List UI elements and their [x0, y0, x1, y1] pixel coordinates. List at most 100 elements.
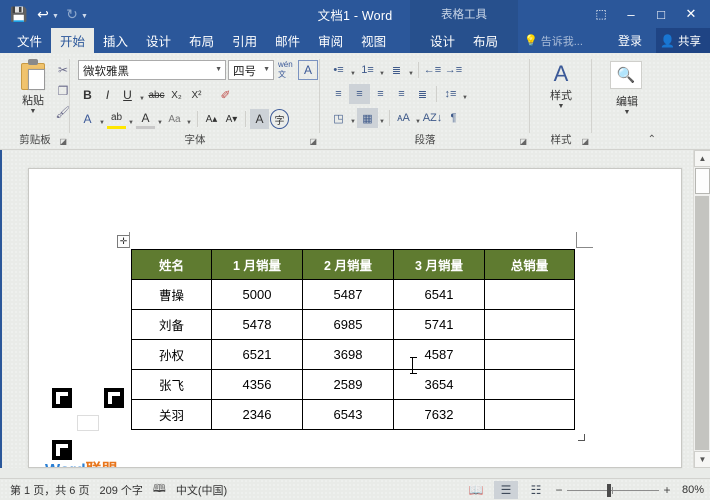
highlight-icon[interactable]: ab [107, 109, 126, 129]
tab-insert[interactable]: 插入 [94, 28, 137, 53]
show-marks-icon[interactable]: ¶ [443, 108, 464, 128]
proofing-icon[interactable]: 🕮 [153, 480, 166, 499]
character-shading-icon[interactable]: A [250, 109, 269, 129]
strikethrough-button[interactable]: abc [147, 85, 166, 105]
editing-dropdown-icon[interactable]: ▼ [592, 109, 662, 116]
paragraph-dialog-launcher[interactable]: ◪ [519, 137, 527, 146]
italic-button[interactable]: I [98, 85, 117, 105]
line-spacing-dropdown-icon[interactable]: ▼ [461, 84, 469, 104]
text-effects-dropdown-icon[interactable]: ▼ [98, 109, 106, 129]
decrease-indent-icon[interactable]: ←≡ [422, 60, 443, 80]
cell-total[interactable] [484, 309, 575, 340]
collapse-ribbon-icon[interactable]: ⌃ [648, 134, 656, 145]
highlight-dropdown-icon[interactable]: ▼ [127, 109, 135, 129]
cut-icon[interactable]: ✂ [56, 59, 70, 80]
enclose-character-icon[interactable]: 字 [270, 109, 289, 129]
scroll-down-icon[interactable]: ▼ [694, 451, 710, 468]
tab-home[interactable]: 开始 [51, 28, 95, 53]
tab-design[interactable]: 设计 [137, 28, 180, 53]
underline-dropdown-icon[interactable]: ▼ [138, 85, 146, 105]
zoom-knob[interactable] [607, 483, 611, 497]
styles-dropdown-icon[interactable]: ▼ [530, 103, 592, 110]
zoom-slider[interactable]: − + [554, 483, 672, 497]
ribbon-display-options-icon[interactable]: ⬚ [586, 1, 616, 27]
align-center-icon[interactable]: ≡ [349, 84, 370, 104]
table-resize-handle[interactable] [578, 434, 585, 441]
subscript-button[interactable]: X₂ [167, 85, 186, 105]
cell-mar[interactable]: 3654 [393, 369, 485, 400]
font-color-icon[interactable]: A [136, 109, 155, 129]
minimize-icon[interactable]: – [616, 1, 646, 27]
justify-icon[interactable]: ≡ [391, 84, 412, 104]
shrink-font-icon[interactable]: A▾ [222, 109, 241, 129]
cell-mar[interactable]: 4587 [393, 339, 485, 370]
borders-dropdown-icon[interactable]: ▼ [378, 108, 386, 128]
editing-button[interactable]: 编辑 ▼ [592, 93, 662, 116]
cell-total[interactable] [484, 369, 575, 400]
print-layout-icon[interactable]: ☰ [494, 480, 518, 499]
font-name-dropdown-icon[interactable]: ▼ [215, 66, 222, 73]
superscript-button[interactable]: X² [187, 85, 206, 105]
distribute-icon[interactable]: ≣ [412, 84, 433, 104]
change-case-icon[interactable]: Aa [165, 109, 184, 129]
change-case-dropdown-icon[interactable]: ▼ [185, 109, 193, 129]
numbering-icon[interactable]: 1≡ [357, 60, 378, 80]
font-size-dropdown-icon[interactable]: ▼ [263, 66, 270, 73]
sales-table[interactable]: 姓名 1 月销量 2 月销量 3 月销量 总销量 曹操 5000 5487 65 [131, 249, 575, 430]
page-indicator[interactable]: 第 1 页，共 6 页 [10, 482, 89, 498]
cell-jan[interactable]: 5478 [211, 309, 303, 340]
numbering-dropdown-icon[interactable]: ▼ [378, 60, 386, 80]
zoom-in-button[interactable]: + [662, 483, 672, 497]
font-size-input[interactable]: 四号 ▼ [228, 60, 274, 80]
bullets-icon[interactable]: •≡ [328, 60, 349, 80]
align-left-icon[interactable]: ≡ [328, 84, 349, 104]
restore-icon[interactable]: □ [646, 1, 676, 27]
zoom-out-button[interactable]: − [554, 483, 564, 497]
cell-total[interactable] [484, 339, 575, 370]
cell-mar[interactable]: 5741 [393, 309, 485, 340]
shading-icon[interactable]: ◳ [328, 108, 349, 128]
cell-feb[interactable]: 2589 [302, 369, 394, 400]
col-header-name[interactable]: 姓名 [131, 249, 212, 280]
document-page[interactable]: ✛ 姓名 1 月销量 2 月销量 3 月销量 总销量 曹操 5000 5487 … [28, 168, 682, 468]
close-icon[interactable]: ✕ [676, 1, 706, 27]
cell-jan[interactable]: 2346 [211, 399, 303, 430]
multilevel-dropdown-icon[interactable]: ▼ [407, 60, 415, 80]
text-effects-icon[interactable]: A [78, 109, 97, 129]
styles-button[interactable]: A 样式 ▼ [530, 61, 592, 110]
clipboard-dialog-launcher[interactable]: ◪ [59, 137, 67, 146]
cell-mar[interactable]: 6541 [393, 279, 485, 310]
tab-view[interactable]: 视图 [352, 28, 395, 53]
paste-button[interactable]: 粘贴 ▼ [10, 59, 56, 115]
share-button[interactable]: 👤 共享 [656, 28, 710, 53]
grow-font-icon[interactable]: A▴ [202, 109, 221, 129]
styles-dialog-launcher[interactable]: ◪ [581, 137, 589, 146]
cell-name[interactable]: 曹操 [131, 279, 212, 310]
col-header-jan[interactable]: 1 月销量 [211, 249, 303, 280]
underline-button[interactable]: U [118, 85, 137, 105]
copy-icon[interactable]: ❐ [56, 80, 70, 101]
word-count[interactable]: 209 个字 [99, 482, 142, 498]
font-name-input[interactable]: 微软雅黑 ▼ [78, 60, 226, 80]
line-spacing-icon[interactable]: ↕≡ [440, 84, 461, 104]
zoom-track[interactable] [567, 483, 659, 497]
tab-table-layout[interactable]: 布局 [464, 28, 507, 53]
language-indicator[interactable]: 中文(中国) [176, 482, 227, 498]
search-icon[interactable]: 🔍 [610, 61, 642, 89]
tab-file[interactable]: 文件 [8, 28, 51, 53]
col-header-total[interactable]: 总销量 [484, 249, 575, 280]
borders-icon[interactable]: ▦ [357, 108, 378, 128]
cell-feb[interactable]: 6543 [302, 399, 394, 430]
multilevel-list-icon[interactable]: ≣ [386, 60, 407, 80]
zoom-level-label[interactable]: 80% [678, 484, 704, 496]
font-color-dropdown-icon[interactable]: ▼ [156, 109, 164, 129]
scrollbar-thumb[interactable] [695, 168, 710, 194]
vertical-scrollbar[interactable]: ▲ ▼ [693, 150, 710, 468]
clear-formatting-icon[interactable]: ✐ [216, 85, 235, 105]
bullets-dropdown-icon[interactable]: ▼ [349, 60, 357, 80]
phonetic-guide-icon[interactable]: wén文 [278, 60, 298, 80]
cell-name[interactable]: 刘备 [131, 309, 212, 340]
format-painter-icon[interactable]: 🖌 [55, 101, 70, 122]
cell-jan[interactable]: 4356 [211, 369, 303, 400]
cell-name[interactable]: 孙权 [131, 339, 212, 370]
